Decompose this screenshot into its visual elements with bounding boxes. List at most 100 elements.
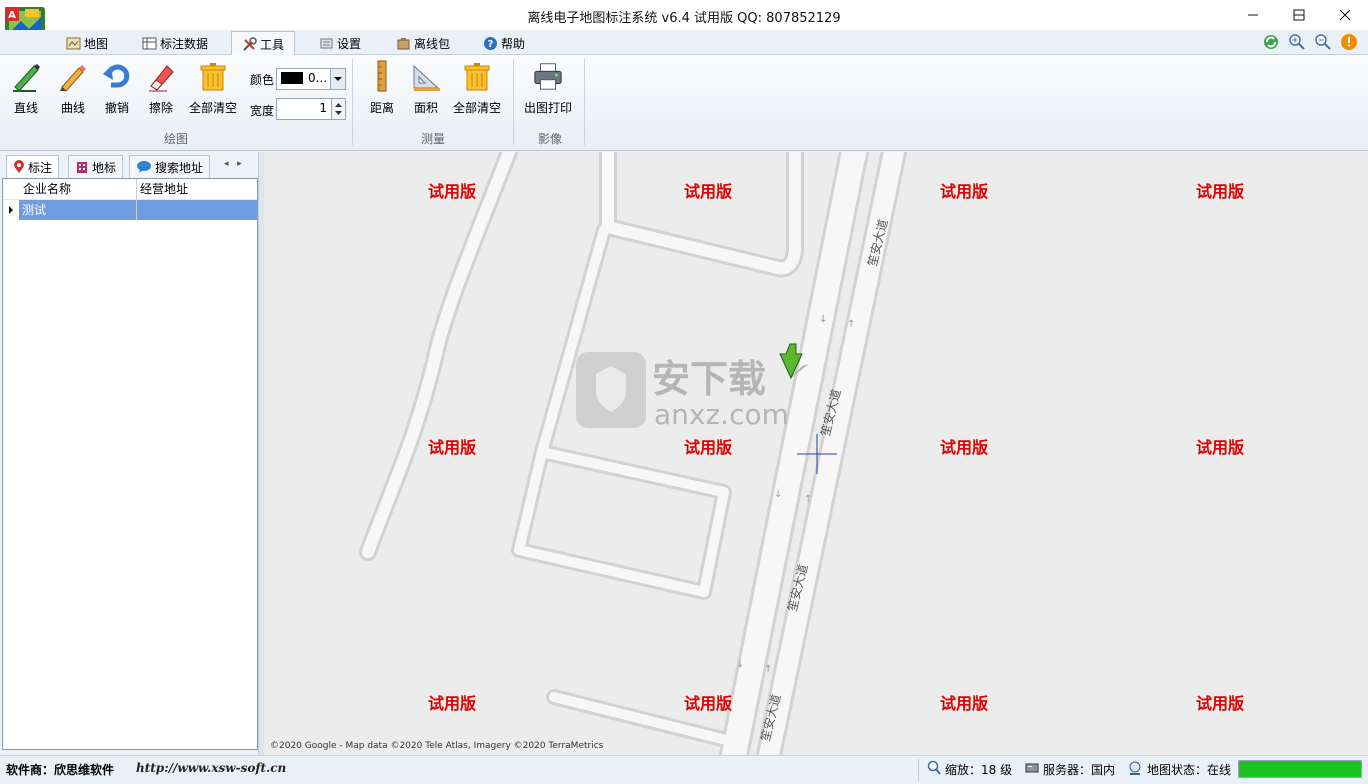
clear-all-measure-label: 全部清空 <box>453 101 502 115</box>
distance-button[interactable]: 距离 <box>366 59 398 116</box>
tab-landmark-label: 地标 <box>92 160 117 175</box>
curve-button[interactable]: 曲线 <box>57 59 89 116</box>
minimize-icon <box>1248 14 1258 16</box>
clear-all-draw-button[interactable]: 全部清空 <box>189 59 237 116</box>
line-button[interactable]: 直线 <box>10 59 42 116</box>
column-header-company-name[interactable]: 企业名称 <box>23 179 71 199</box>
trial-watermark: 试用版 <box>940 182 989 201</box>
ribbon-separator <box>584 59 585 145</box>
svg-text:↓: ↓ <box>774 489 782 500</box>
pin-icon <box>14 160 24 173</box>
width-label: 宽度 <box>250 104 275 118</box>
undo-button[interactable]: 撤销 <box>101 59 133 116</box>
line-label: 直线 <box>13 101 38 115</box>
map-view[interactable]: ↓ ↑ ↓ ↑ ↓ ↑ 笙安大道 笙安大道 笙安大道 笙安大道 安下载 anxz.co… <box>264 152 1368 755</box>
minimize-button-area[interactable] <box>1230 0 1276 30</box>
width-stepper[interactable]: 1 <box>276 98 346 120</box>
tab-settings-label: 设置 <box>337 36 362 51</box>
print-button[interactable]: 出图打印 <box>524 59 572 116</box>
status-bar: 软件商：欣思维软件 http://www.xsw-soft.cn 缩放：18 级… <box>0 755 1368 784</box>
trial-watermark: 试用版 <box>428 694 477 713</box>
chevron-right-icon: ▸ <box>237 159 242 169</box>
curve-label: 曲线 <box>60 101 85 115</box>
width-spin-buttons[interactable] <box>331 99 345 119</box>
info-icon[interactable] <box>1340 33 1358 51</box>
tab-tools-label: 工具 <box>260 37 285 52</box>
svg-text:↑: ↑ <box>804 494 812 505</box>
trash-icon <box>464 63 490 91</box>
area-button[interactable]: 面积 <box>410 59 442 116</box>
watermark-logo-icon <box>576 352 646 428</box>
width-value: 1 <box>319 101 327 115</box>
color-select[interactable]: 0... <box>276 68 346 90</box>
erase-label: 擦除 <box>148 101 173 115</box>
color-dropdown-button[interactable] <box>330 69 345 89</box>
tab-tools[interactable]: 工具 <box>231 31 296 56</box>
tab-annotation[interactable]: 标注 <box>6 155 60 178</box>
status-divider <box>918 759 919 781</box>
trial-watermark: 试用版 <box>684 694 733 713</box>
column-header-business-address[interactable]: 经营地址 <box>140 179 188 199</box>
distance-label: 距离 <box>369 101 394 115</box>
trial-watermark: 试用版 <box>1196 182 1245 201</box>
spin-arrows-icon <box>335 103 342 115</box>
tab-scroll-arrows[interactable]: ◂ ▸ <box>224 159 242 169</box>
tab-search-address[interactable]: 搜索地址 <box>129 155 211 178</box>
erase-button[interactable]: 擦除 <box>145 59 177 116</box>
map-state-text: 地图状态：在线 <box>1147 763 1232 777</box>
tab-landmark[interactable]: 地标 <box>68 155 124 178</box>
trial-watermark: 试用版 <box>684 438 733 457</box>
trial-watermark: 试用版 <box>684 182 733 201</box>
svg-text:?: ? <box>488 39 494 50</box>
tab-marker-data-label: 标注数据 <box>160 36 209 51</box>
clear-all-measure-button[interactable]: 全部清空 <box>453 59 501 116</box>
tab-help[interactable]: ? 帮助 <box>483 32 525 54</box>
annotation-table: 企业名称 经营地址 测试 <box>2 178 258 750</box>
table-row[interactable]: 测试 <box>3 200 257 220</box>
refresh-icon[interactable] <box>1262 33 1280 51</box>
zoom-icon <box>927 760 941 775</box>
tab-marker-data[interactable]: 标注数据 <box>142 32 208 54</box>
server-icon <box>1025 763 1039 773</box>
tab-map[interactable]: 地图 <box>66 32 108 54</box>
maximize-button-area[interactable] <box>1276 0 1322 30</box>
chat-bubble-icon <box>137 161 151 173</box>
left-panel: 标注 地标 搜索地址 ◂ ▸ 企业名称 经营地址 测试 <box>0 152 262 755</box>
server-text: 服务器：国内 <box>1043 763 1116 777</box>
maximize-icon <box>1293 9 1305 21</box>
printer-icon <box>534 63 562 90</box>
close-button[interactable] <box>1322 0 1368 30</box>
ribbon-separator <box>513 59 514 145</box>
zoom-level-text: 缩放：18 级 <box>945 763 1013 777</box>
tab-offline-pack-label: 离线包 <box>414 36 451 51</box>
tab-map-label: 地图 <box>84 36 109 51</box>
trial-watermark: 试用版 <box>428 438 477 457</box>
loading-progress-bar <box>1238 760 1362 778</box>
vendor-url-link[interactable]: http://www.xsw-soft.cn <box>136 761 286 775</box>
trial-watermark: 试用版 <box>428 182 477 201</box>
watermark-domain: anxz.com <box>654 398 789 431</box>
color-value: 0... <box>308 71 328 85</box>
menu-bar: 地图 标注数据 工具 设置 离线包 ? 帮助 <box>0 30 1368 56</box>
tab-settings[interactable]: 设置 <box>319 32 361 54</box>
progress-fill <box>1239 761 1361 777</box>
tab-annotation-label: 标注 <box>28 160 53 175</box>
window-title: 离线电子地图标注系统 v6.4 试用版 QQ: 807852129 <box>527 11 841 26</box>
table-icon <box>142 37 157 49</box>
color-swatch <box>281 72 303 84</box>
set-square-icon <box>413 64 440 91</box>
pen-line-icon <box>13 64 40 92</box>
ribbon-toolbar: 直线 曲线 撤销 擦除 全部清空 颜色 宽度 绘图 距离 面积 全部清空 测量 … <box>0 55 1368 151</box>
map-status-icon <box>1129 761 1141 775</box>
title-bar: 离线电子地图标注系统 v6.4 试用版 QQ: 807852129 <box>0 0 1368 30</box>
tab-offline-pack[interactable]: 离线包 <box>396 32 450 54</box>
print-label: 出图打印 <box>524 101 573 115</box>
clear-all-draw-label: 全部清空 <box>189 101 238 115</box>
zoom-out-icon[interactable] <box>1314 33 1332 51</box>
map-icon <box>66 37 81 49</box>
cell-company-name[interactable]: 测试 <box>19 200 136 220</box>
image-group-label: 影像 <box>538 132 563 146</box>
cell-business-address[interactable] <box>137 200 257 220</box>
map-copyright: ©2020 Google - Map data ©2020 Tele Atlas… <box>270 741 604 751</box>
zoom-in-icon[interactable] <box>1288 33 1306 51</box>
